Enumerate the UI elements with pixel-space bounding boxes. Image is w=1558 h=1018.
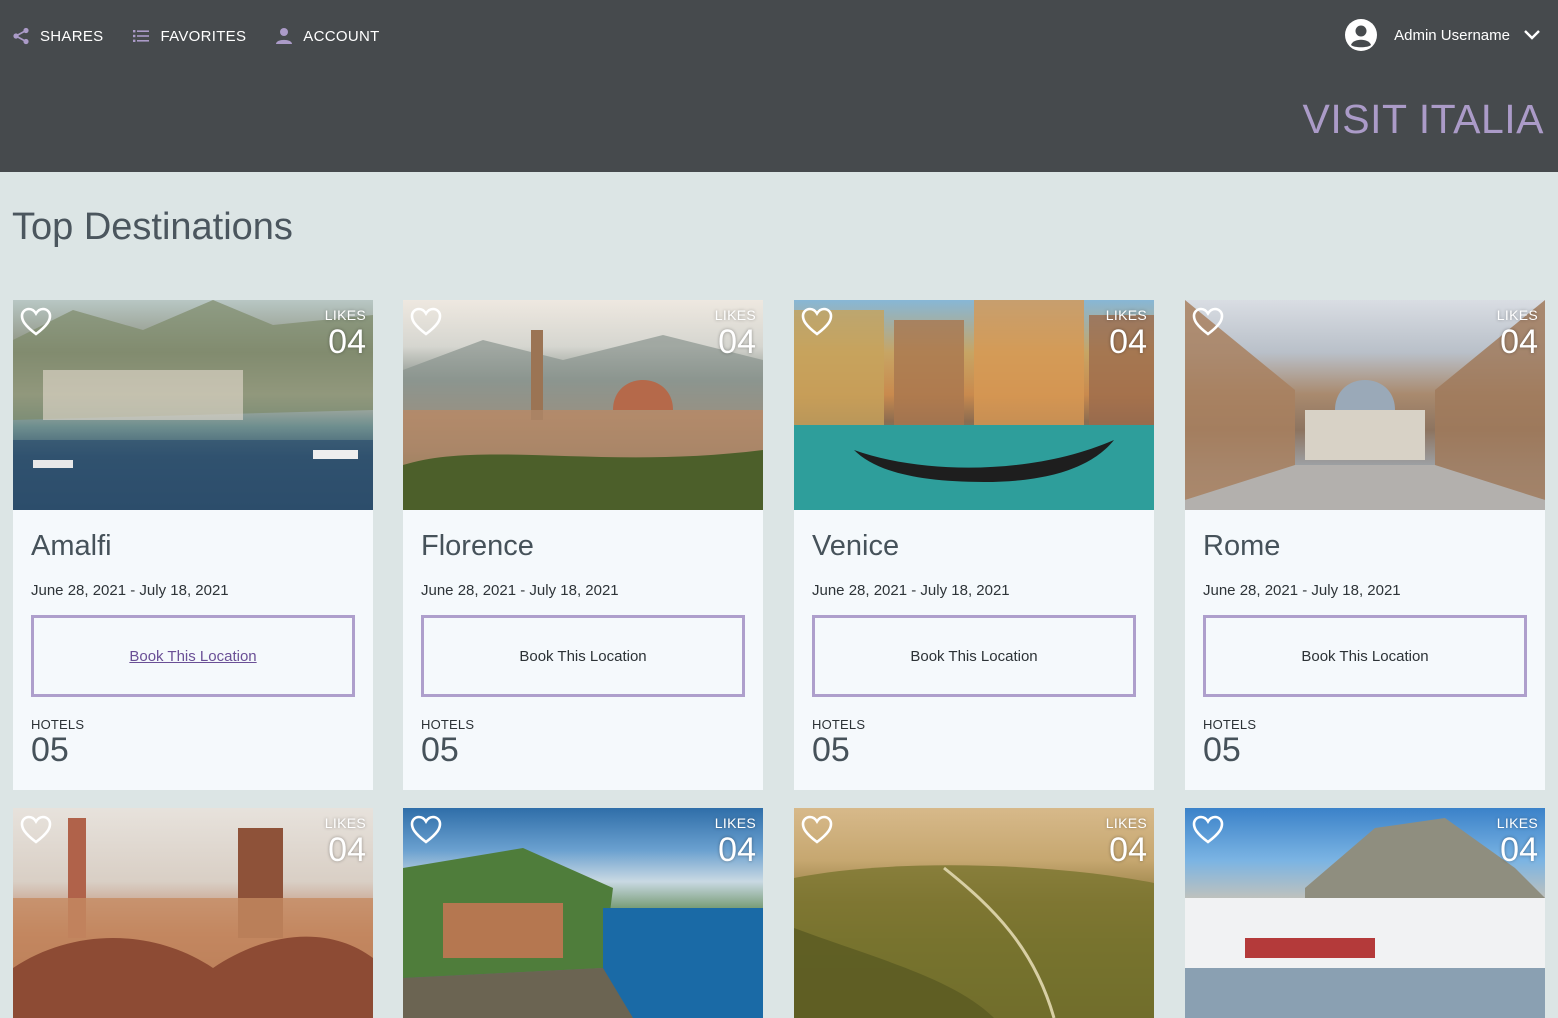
- likes-counter: LIKES 04: [715, 815, 756, 869]
- share-icon: [13, 27, 29, 45]
- likes-count: 04: [718, 831, 756, 869]
- destination-card: LIKES 04: [13, 808, 373, 1018]
- hotels-count: 05: [421, 731, 459, 769]
- likes-label: LIKES: [324, 307, 366, 323]
- heart-outline-icon[interactable]: [1192, 815, 1224, 850]
- heart-outline-icon[interactable]: [20, 815, 52, 850]
- likes-counter: LIKES 04: [325, 815, 366, 869]
- destination-photo: LIKES 04: [1185, 808, 1545, 1018]
- section-title: Top Destinations: [12, 206, 293, 248]
- destination-dates: June 28, 2021 - July 18, 2021: [31, 582, 229, 599]
- hotels-count: 05: [31, 731, 69, 769]
- hotels-count: 05: [812, 731, 850, 769]
- top-header: SHARES FAVORITES ACCOUNT Admin Username …: [0, 0, 1558, 172]
- nav-favorites-label: FAVORITES: [160, 27, 247, 45]
- likes-counter: LIKES 04: [1497, 815, 1538, 869]
- likes-counter: LIKES 04: [325, 307, 366, 361]
- heart-outline-icon[interactable]: [410, 307, 442, 342]
- destination-photo: LIKES 04: [13, 808, 373, 1018]
- destination-dates: June 28, 2021 - July 18, 2021: [1203, 582, 1401, 599]
- destination-photo: LIKES 04: [1185, 300, 1545, 510]
- account-circle-icon: [1344, 18, 1378, 52]
- likes-count: 04: [1500, 831, 1538, 869]
- user-name: Admin Username: [1394, 26, 1510, 44]
- nav-favorites[interactable]: FAVORITES: [132, 27, 247, 45]
- photo-illustration: [1185, 818, 1545, 1018]
- likes-counter: LIKES 04: [1497, 307, 1538, 361]
- likes-label: LIKES: [714, 815, 756, 831]
- photo-illustration: [794, 300, 1154, 510]
- destination-dates: June 28, 2021 - July 18, 2021: [421, 582, 619, 599]
- book-location-button[interactable]: Book This Location: [421, 615, 745, 697]
- likes-counter: LIKES 04: [1106, 307, 1147, 361]
- hotels-label: HOTELS: [812, 717, 866, 732]
- card-body: Amalfi June 28, 2021 - July 18, 2021 Boo…: [13, 510, 373, 790]
- destination-name: Amalfi: [31, 530, 112, 562]
- chevron-down-icon[interactable]: [1524, 30, 1540, 40]
- destination-photo: LIKES 04: [794, 808, 1154, 1018]
- nav-shares[interactable]: SHARES: [12, 27, 104, 45]
- destination-card: LIKES 04 Florence June 28, 2021 - July 1…: [403, 300, 763, 790]
- destination-name: Rome: [1203, 530, 1281, 562]
- hotels-label: HOTELS: [1203, 717, 1257, 732]
- heart-outline-icon[interactable]: [20, 307, 52, 342]
- heart-outline-icon[interactable]: [801, 815, 833, 850]
- destination-dates: June 28, 2021 - July 18, 2021: [812, 582, 1010, 599]
- destination-name: Venice: [812, 530, 900, 562]
- heart-outline-icon[interactable]: [410, 815, 442, 850]
- hotels-label: HOTELS: [421, 717, 475, 732]
- likes-label: LIKES: [1105, 307, 1147, 323]
- photo-illustration: [794, 865, 1154, 1018]
- likes-label: LIKES: [714, 307, 756, 323]
- person-icon: [276, 28, 293, 44]
- likes-label: LIKES: [1496, 307, 1538, 323]
- card-body: Florence June 28, 2021 - July 18, 2021 B…: [403, 510, 763, 790]
- likes-counter: LIKES 04: [1106, 815, 1147, 869]
- likes-counter: LIKES 04: [715, 307, 756, 361]
- book-location-button[interactable]: Book This Location: [31, 615, 355, 697]
- destination-photo: LIKES 04: [794, 300, 1154, 510]
- main-nav: SHARES FAVORITES ACCOUNT: [12, 22, 409, 50]
- hotels-label: HOTELS: [31, 717, 85, 732]
- likes-count: 04: [328, 831, 366, 869]
- likes-count: 04: [1109, 831, 1147, 869]
- destination-photo: LIKES 04: [403, 808, 763, 1018]
- hotels-count: 05: [1203, 731, 1241, 769]
- likes-count: 04: [1500, 323, 1538, 361]
- nav-shares-label: SHARES: [40, 27, 104, 45]
- photo-illustration: [403, 330, 763, 510]
- destination-card: LIKES 04: [794, 808, 1154, 1018]
- destination-photo: LIKES 04: [13, 300, 373, 510]
- book-location-button[interactable]: Book This Location: [1203, 615, 1527, 697]
- user-menu[interactable]: Admin Username: [1344, 18, 1540, 52]
- likes-label: LIKES: [1496, 815, 1538, 831]
- card-body: Venice June 28, 2021 - July 18, 2021 Boo…: [794, 510, 1154, 790]
- photo-illustration: [13, 818, 373, 1018]
- destination-card: LIKES 04: [1185, 808, 1545, 1018]
- destination-name: Florence: [421, 530, 534, 562]
- destination-card: LIKES 04 Venice June 28, 2021 - July 18,…: [794, 300, 1154, 790]
- destination-photo: LIKES 04: [403, 300, 763, 510]
- photo-illustration: [1185, 300, 1545, 510]
- destination-card: LIKES 04 Rome June 28, 2021 - July 18, 2…: [1185, 300, 1545, 790]
- nav-account[interactable]: ACCOUNT: [275, 27, 379, 45]
- destinations-grid: LIKES 04 Amalfi June 28, 2021 - July 18,…: [13, 300, 1545, 1018]
- heart-outline-icon[interactable]: [801, 307, 833, 342]
- photo-illustration: [13, 300, 373, 510]
- likes-count: 04: [718, 323, 756, 361]
- brand-title: VISIT ITALIA: [1302, 96, 1544, 142]
- photo-illustration: [403, 848, 763, 1018]
- book-location-button[interactable]: Book This Location: [812, 615, 1136, 697]
- nav-account-label: ACCOUNT: [303, 27, 380, 45]
- likes-label: LIKES: [1105, 815, 1147, 831]
- card-body: Rome June 28, 2021 - July 18, 2021 Book …: [1185, 510, 1545, 790]
- heart-outline-icon[interactable]: [1192, 307, 1224, 342]
- destination-card: LIKES 04: [403, 808, 763, 1018]
- likes-count: 04: [1109, 323, 1147, 361]
- likes-count: 04: [328, 323, 366, 361]
- list-icon: [132, 30, 149, 42]
- likes-label: LIKES: [324, 815, 366, 831]
- destination-card: LIKES 04 Amalfi June 28, 2021 - July 18,…: [13, 300, 373, 790]
